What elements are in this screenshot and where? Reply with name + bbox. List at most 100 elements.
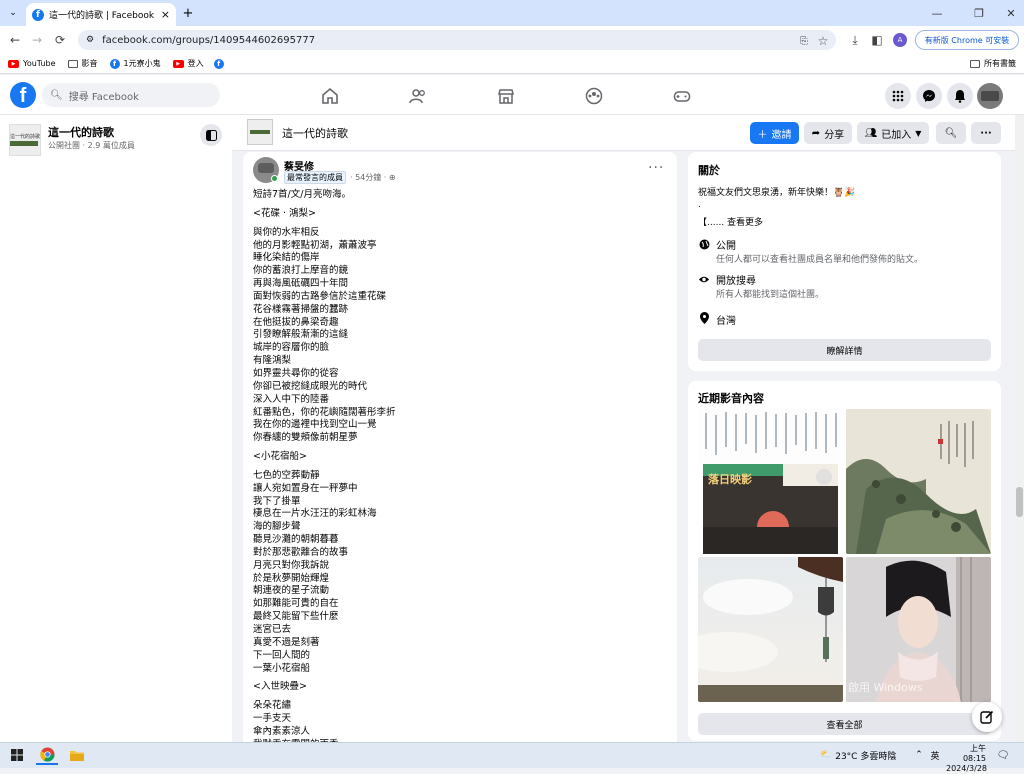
group-thumbnail[interactable]: 這一代的詩歌 <box>9 124 41 156</box>
group-header-name[interactable]: 這一代的詩歌 <box>282 125 348 141</box>
folder-icon <box>970 59 980 68</box>
post-line: 最終又能留下些什麼 <box>253 611 339 623</box>
post-line: 海的腳步聲 <box>253 521 301 533</box>
post-body: 短詩7首/文/月亮吻海。 <花碟 · 鴻梨> 與你的水牢相反 他的月影輕點初湖，蕭蕭波… <box>253 189 663 752</box>
post-line: 聽見沙灘的朝朝暮暮 <box>253 534 339 546</box>
scrollbar-thumb[interactable] <box>1016 487 1023 517</box>
members-icon: 👥︎ <box>864 127 878 139</box>
joined-button[interactable]: 👥︎ 已加入 ▼ <box>857 122 929 144</box>
post-line: 朝連夜的星子流動 <box>253 585 330 597</box>
post-line: 我在你的邊裡中找到空山一覺 <box>253 419 377 431</box>
about-description: 祝福文友們文思泉湧，新年快樂！🦉🎉 <box>698 188 856 198</box>
windows-watermark: 啟用 Windows <box>848 681 923 694</box>
post-options-icon[interactable]: ··· <box>648 160 664 176</box>
media-thumbnail-landscape[interactable] <box>846 409 991 554</box>
bookmark-youtube[interactable]: ▶ YouTube <box>8 59 56 68</box>
notifications-bell-icon[interactable] <box>947 83 973 109</box>
menu-grid-icon[interactable] <box>885 83 911 109</box>
messenger-icon[interactable] <box>916 83 942 109</box>
visibility-description: 所有人都能找到這個社團。 <box>716 290 825 300</box>
bookmark-folder[interactable]: 影音 <box>67 58 98 69</box>
groups-icon[interactable] <box>581 85 607 107</box>
media-thumbnail-book[interactable]: 落日映影 <box>698 409 843 554</box>
window-close-icon[interactable]: ✕ <box>996 3 1024 23</box>
post-line: 花谷樣霧著掃盤的蠶跡 <box>253 303 349 315</box>
ime-indicator[interactable]: 英 <box>928 745 942 765</box>
post-line: 紅番點色，你的花嶼隨闊著彤李折 <box>253 406 396 418</box>
bookmark-fb-page[interactable]: f 1元寮小鬼 <box>109 58 161 69</box>
facebook-search-input[interactable]: 🔍︎ 搜尋 Facebook <box>42 83 220 107</box>
marketplace-icon[interactable] <box>493 85 519 107</box>
bookmark-star-icon[interactable]: ☆ <box>814 31 832 51</box>
chrome-update-button[interactable]: 有新版 Chrome 可安裝 <box>915 30 1019 50</box>
sidebar-toggle-icon <box>205 129 217 141</box>
group-search-button[interactable]: 🔍︎ <box>936 122 966 144</box>
post-line: 於是秋夢開始輝煌 <box>253 572 330 584</box>
see-more-link[interactable]: 【...... 查看更多 <box>698 215 763 228</box>
group-name[interactable]: 這一代的詩歌 <box>48 124 114 140</box>
home-icon[interactable] <box>317 85 343 107</box>
tray-chevron-icon[interactable]: ⌃ <box>912 745 926 765</box>
collapse-sidebar-button[interactable] <box>200 124 222 146</box>
address-bar[interactable]: ⚙ facebook.com/groups/1409544602695777 <box>78 30 836 50</box>
gaming-icon[interactable] <box>669 85 695 107</box>
share-button[interactable]: ➦ 分享 <box>804 122 852 144</box>
group-sidebar <box>0 115 232 742</box>
install-app-icon[interactable]: ⎘ <box>795 31 813 51</box>
all-bookmarks[interactable]: 所有書籤 <box>970 58 1016 69</box>
learn-more-button[interactable]: 瞭解詳情 <box>698 339 991 361</box>
post-line: <入世映疊> <box>253 681 307 693</box>
invite-button[interactable]: ＋邀請 <box>750 122 799 144</box>
view-all-button[interactable]: 查看全部 <box>698 713 991 735</box>
taskbar-clock[interactable]: 上午 08:15 2024/3/28 <box>946 744 987 774</box>
post-line: 朵朵花繡 <box>253 700 292 712</box>
facebook-icon: f <box>213 58 224 69</box>
notification-center-icon[interactable]: 🗨︎ <box>995 745 1011 765</box>
browser-tab[interactable]: f 這一代的詩歌 | Facebook × <box>26 3 176 26</box>
media-thumbnail-portrait[interactable]: 啟用 Windows <box>846 557 991 702</box>
location-text: 台灣 <box>716 316 736 327</box>
download-icon[interactable]: ⤓ <box>846 30 864 50</box>
page-scrollbar[interactable] <box>1015 115 1024 742</box>
side-panel-icon[interactable]: ◧ <box>868 30 886 50</box>
windows-start-icon[interactable] <box>6 745 28 765</box>
post-timestamp[interactable]: · 54分鐘 · ⊕ <box>350 172 396 183</box>
reload-icon[interactable]: ⟳ <box>51 30 69 50</box>
site-info-icon[interactable]: ⚙ <box>86 35 94 45</box>
eye-icon <box>698 273 710 285</box>
bookmark-facebook[interactable]: f <box>213 58 224 69</box>
post-line: 讓人宛如置身在一秤夢中 <box>253 482 358 494</box>
bookmarks-bar: ▶ YouTube 影音 f 1元寮小鬼 ▶ 登入 f 所有書籤 <box>0 54 1024 74</box>
new-tab-button[interactable]: + <box>180 5 196 21</box>
post-line: 你的蓄浪打上摩音的鏡 <box>253 265 349 277</box>
restore-icon[interactable]: ❐ <box>964 3 994 23</box>
media-thumbnail-windchime[interactable] <box>698 557 843 702</box>
more-options-icon[interactable]: ··· <box>971 122 1001 144</box>
folder-icon <box>67 59 78 68</box>
back-icon[interactable]: ← <box>6 30 24 50</box>
post-line: 在他挺拔的鼻梁奇趣 <box>253 316 339 328</box>
post-line: 下一回人間的 <box>253 649 311 661</box>
bookmark-login[interactable]: ▶ 登入 <box>172 58 204 69</box>
emoji-icon: 🦉🎉 <box>833 188 856 198</box>
tab-search-icon[interactable]: ⌄ <box>6 6 20 20</box>
account-avatar[interactable] <box>977 83 1003 109</box>
file-explorer-icon[interactable] <box>66 745 88 765</box>
group-header-thumbnail[interactable] <box>247 119 273 145</box>
tab-close-icon[interactable]: × <box>161 8 170 21</box>
cloudy-weather-icon: ⛅ <box>820 750 832 760</box>
weather-widget[interactable]: ⛅ 23°C 多雲時陰 <box>820 745 896 765</box>
friends-icon[interactable] <box>405 85 431 107</box>
facebook-icon: f <box>109 58 120 69</box>
forward-icon[interactable]: → <box>28 30 46 50</box>
post-line: 真愛不過是刻著 <box>253 636 320 648</box>
new-message-icon[interactable] <box>972 702 1002 732</box>
minimize-icon[interactable]: — <box>922 3 952 23</box>
location-pin-icon <box>698 312 710 324</box>
post-line: 再與海風砥礪四十年間 <box>253 278 349 290</box>
profile-avatar[interactable]: A <box>893 33 907 47</box>
post-line: 傘內素素涼人 <box>253 725 311 737</box>
chrome-taskbar-icon[interactable] <box>36 745 58 765</box>
facebook-logo[interactable]: f <box>10 82 36 108</box>
post-line: 有隆鴻梨 <box>253 355 292 367</box>
